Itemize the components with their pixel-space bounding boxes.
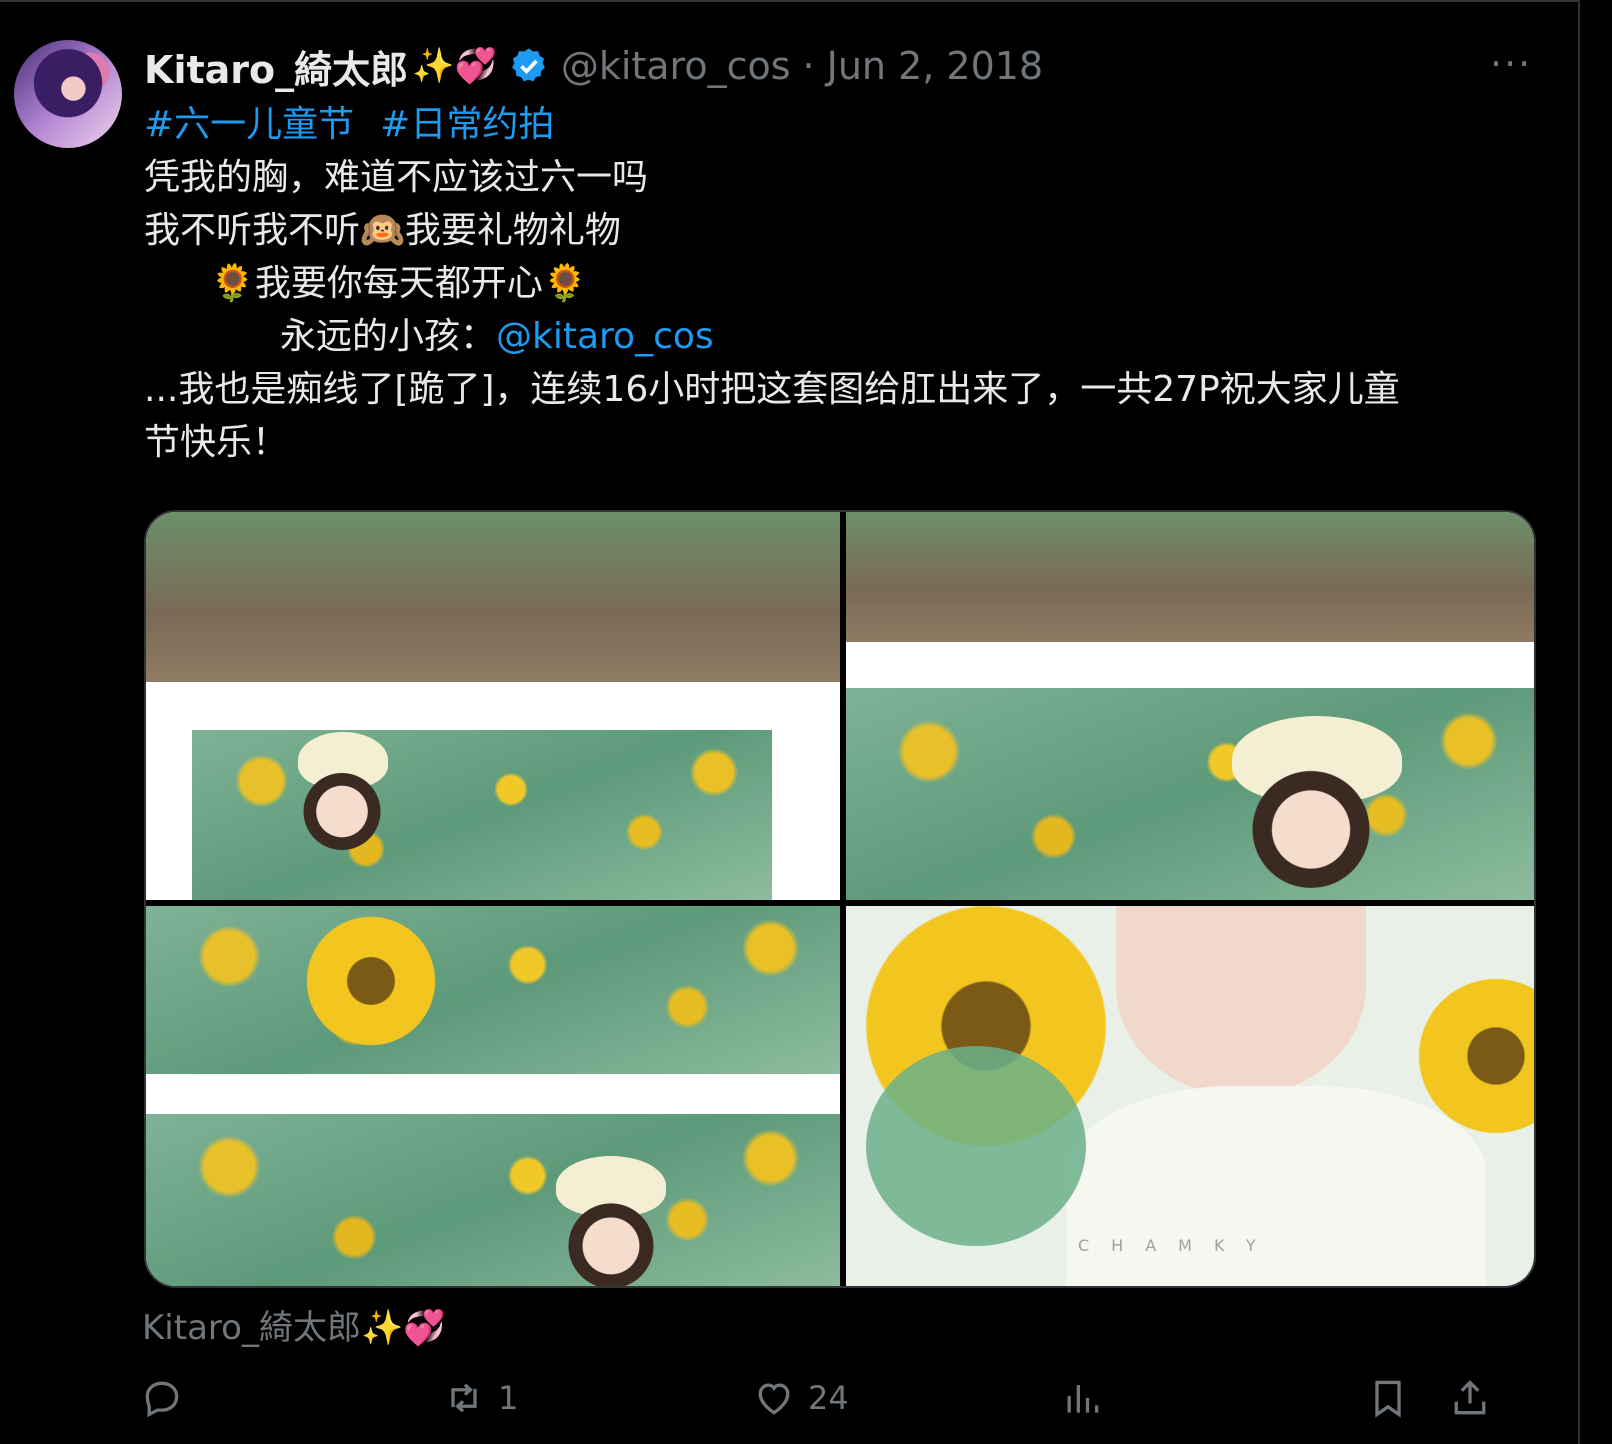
- more-icon[interactable]: ···: [1490, 45, 1540, 83]
- column-border: [1578, 0, 1580, 1444]
- views-button[interactable]: [1060, 1370, 1116, 1426]
- text-line-4: 永远的小孩：@kitaro_cos: [144, 310, 1544, 363]
- top-border: [0, 0, 1580, 2]
- reply-icon: [145, 1381, 179, 1418]
- media-grid: CHAMKY: [144, 510, 1536, 1288]
- retweet-button[interactable]: 1: [442, 1370, 518, 1426]
- text-line-3: 🌻我要你每天都开心🌻: [210, 263, 588, 304]
- hashtag-photoshoot[interactable]: #日常约拍: [380, 104, 554, 145]
- hashtag-line: #六一儿童节 #日常约拍: [144, 98, 1544, 151]
- handle[interactable]: @kitaro_cos: [561, 44, 791, 88]
- tweet-header: Kitaro_綺太郎 ✨💞 @kitaro_cos · Jun 2, 2018: [144, 42, 1544, 92]
- bookmark-button[interactable]: [1366, 1370, 1410, 1426]
- retweet-icon: [451, 1383, 477, 1413]
- like-count: 24: [808, 1379, 849, 1417]
- mention-link[interactable]: @kitaro_cos: [496, 316, 714, 357]
- media-caption: Kitaro_綺太郎✨💞: [142, 1308, 446, 1348]
- photo-1-top-band: [146, 512, 840, 682]
- photo-2-bottom-band: [846, 688, 1534, 900]
- photo-4-shirt: [1066, 1086, 1486, 1286]
- views-icon: [1067, 1385, 1099, 1413]
- photo-4-leaf: [866, 1046, 1086, 1246]
- photo-1-bottom-band: [192, 730, 772, 900]
- photo-3-sunflower: [296, 906, 446, 1056]
- text-line-2: 我不听我不听🙉我要礼物礼物: [144, 210, 621, 251]
- share-icon: [1454, 1380, 1486, 1415]
- name-emoji: ✨💞: [412, 46, 497, 86]
- bookmark-icon: [1375, 1380, 1401, 1418]
- photo-2-face: [1246, 758, 1376, 888]
- photo-4[interactable]: CHAMKY: [846, 906, 1534, 1286]
- separator: ·: [802, 44, 815, 88]
- photo-3[interactable]: [146, 906, 840, 1286]
- text-line-1: 凭我的胸，难道不应该过六一吗: [144, 157, 649, 198]
- avatar[interactable]: [14, 40, 122, 148]
- like-button[interactable]: 24: [752, 1370, 849, 1426]
- photo-3-top-band: [146, 906, 840, 1074]
- photo-1-face: [302, 762, 382, 852]
- photo-2-top-band: [846, 512, 1534, 642]
- photo-3-bottom-band: [146, 1114, 840, 1286]
- photo-watermark: CHAMKY: [1078, 1236, 1278, 1255]
- tweet-text: #六一儿童节 #日常约拍 凭我的胸，难道不应该过六一吗 我不听我不听🙉我要礼物礼物…: [144, 98, 1544, 469]
- tweet-date[interactable]: Jun 2, 2018: [827, 44, 1044, 88]
- text-line-5: ...我也是痴线了[跪了]，连续16小时把这套图给肛出来了，一共27P祝大家儿童: [144, 369, 1400, 410]
- text-line-6: 节快乐！: [144, 422, 289, 463]
- retweet-count: 1: [498, 1379, 519, 1417]
- hashtag-children-day[interactable]: #六一儿童节: [144, 104, 354, 145]
- photo-2[interactable]: [846, 512, 1534, 900]
- display-name[interactable]: Kitaro_綺太郎: [144, 39, 408, 94]
- photo-1[interactable]: [146, 512, 840, 900]
- text-line-4-prefix: 永远的小孩：: [280, 316, 497, 357]
- action-bar: 1 24: [140, 1370, 1540, 1426]
- like-icon: [758, 1383, 790, 1415]
- reply-button[interactable]: [140, 1370, 196, 1426]
- verified-badge-icon[interactable]: [509, 46, 549, 86]
- photo-4-face: [1116, 906, 1366, 1096]
- share-button[interactable]: [1448, 1370, 1492, 1426]
- photo-3-face: [566, 1192, 656, 1286]
